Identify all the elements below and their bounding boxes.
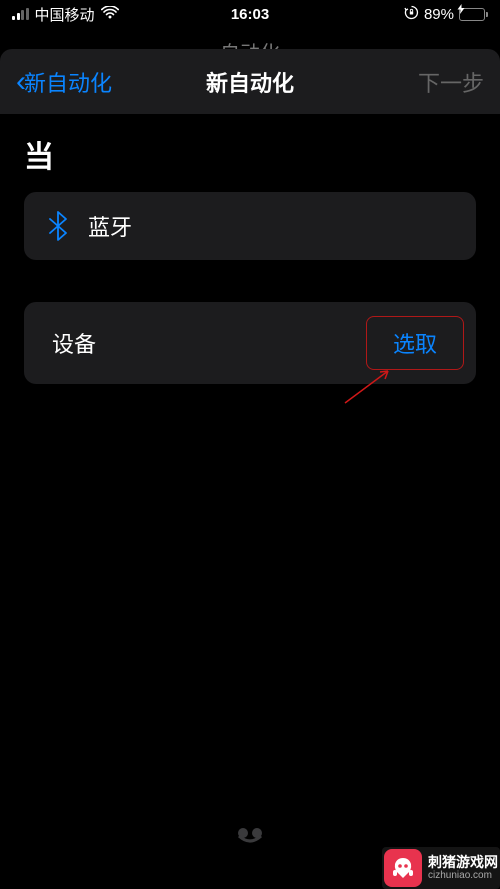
carrier-label: 中国移动 — [35, 4, 95, 25]
time-label: 16:03 — [231, 6, 269, 23]
status-right: 89% — [404, 5, 488, 23]
select-device-button[interactable]: 选取 — [366, 316, 464, 370]
rotation-lock-icon — [404, 5, 419, 23]
modal-sheet: ‹ 新自动化 新自动化 下一步 当 蓝牙 设备 选取 — [0, 49, 500, 889]
watermark: 刺猪游戏网 cizhuniao.com — [382, 847, 500, 889]
watermark-text: 刺猪游戏网 cizhuniao.com — [428, 855, 498, 881]
watermark-title: 刺猪游戏网 — [428, 855, 498, 870]
watermark-logo-icon — [384, 849, 422, 887]
back-button[interactable]: ‹ 新自动化 — [16, 66, 112, 98]
status-bar: 中国移动 16:03 89% — [0, 0, 500, 28]
status-left: 中国移动 — [12, 4, 119, 25]
section-header-when: 当 — [24, 132, 476, 176]
home-hint-icon — [233, 826, 267, 852]
battery-percent: 89% — [424, 6, 454, 23]
back-label: 新自动化 — [24, 66, 112, 98]
wifi-icon — [101, 6, 119, 23]
device-card: 设备 选取 — [24, 302, 476, 384]
watermark-url: cizhuniao.com — [428, 870, 498, 881]
bluetooth-card: 蓝牙 — [24, 192, 476, 260]
next-button[interactable]: 下一步 — [418, 66, 484, 98]
bluetooth-icon — [48, 211, 68, 241]
device-label: 设备 — [52, 327, 96, 359]
content-area: 当 蓝牙 设备 选取 — [0, 114, 500, 889]
page-title: 新自动化 — [206, 66, 294, 98]
bluetooth-label: 蓝牙 — [88, 210, 132, 242]
nav-bar: ‹ 新自动化 新自动化 下一步 — [0, 49, 500, 114]
battery-icon — [459, 8, 488, 21]
signal-icon — [12, 8, 29, 20]
